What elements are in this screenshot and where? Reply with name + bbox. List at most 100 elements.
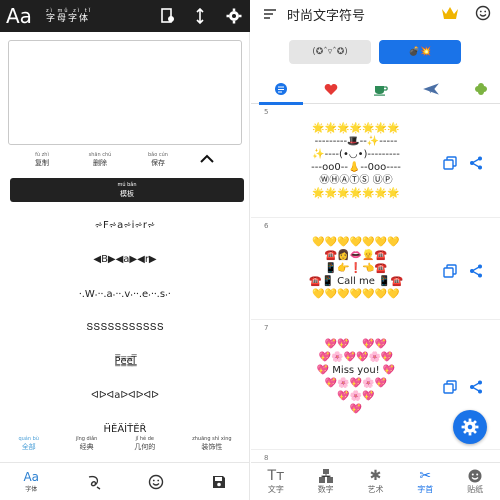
tab-cup[interactable]	[356, 74, 406, 104]
font-nav-button[interactable]: Aa 字体	[16, 467, 46, 497]
nav-sticker[interactable]: 贴纸	[455, 468, 495, 495]
emoji-face-icon[interactable]	[475, 5, 491, 21]
tab-all[interactable]: quán bù 全部	[18, 436, 39, 458]
tab-geometric[interactable]: jǐ hé de 几何的	[134, 436, 155, 458]
text-editor[interactable]	[8, 40, 242, 145]
item-number: 5	[264, 108, 269, 116]
nav-text[interactable]: Tт 文字	[256, 468, 296, 495]
menu-icon[interactable]	[263, 8, 277, 20]
delete-label: 删除	[93, 159, 107, 167]
tab-decorative-ruby: zhuāng shì xìng	[192, 436, 232, 442]
font-nav-label: 字体	[25, 486, 38, 493]
settings-icon[interactable]	[224, 6, 244, 26]
page-title: 时尚文字符号	[287, 8, 366, 24]
style-item[interactable]: ⸱.W⸳·⸱.a⸳·⸱.v⸳·⸱.e⸳·⸱.s⸳·	[0, 276, 250, 310]
style-item[interactable]: ⩫F⩫a⩫i⩫r⩫	[0, 208, 250, 242]
nav-number[interactable]: 数字	[306, 468, 346, 495]
template-button[interactable]: mú bǎn 模板	[10, 178, 244, 202]
category-tabs	[251, 74, 500, 104]
template-ruby: mú bǎn	[117, 182, 137, 188]
style-tabs: quán bù 全部 jīng diǎn 经典 jǐ hé de 几何的 zhu…	[0, 436, 250, 458]
tab-all-label: 全部	[21, 443, 36, 451]
tab-decorative[interactable]: zhuāng shì xìng 装饰性	[192, 436, 231, 458]
delete-button[interactable]: shān chú 删除	[80, 152, 120, 168]
copy-button[interactable]: fù zhì 复制	[22, 152, 62, 168]
tab-heart[interactable]	[306, 74, 356, 104]
art-icon: ✱	[369, 468, 382, 484]
text-icon: Tт	[267, 468, 285, 484]
chevron-up-icon[interactable]	[198, 152, 216, 166]
copy-icon[interactable]	[443, 156, 457, 170]
item-actions	[443, 156, 487, 172]
tab-clover[interactable]	[456, 74, 500, 104]
copy-ruby: fù zhì	[35, 152, 49, 158]
emoji-segment[interactable]: 💣💥	[379, 40, 461, 64]
item-number: 6	[264, 222, 269, 230]
tab-geometric-ruby: jǐ hé de	[135, 436, 154, 442]
share-icon[interactable]	[469, 264, 483, 278]
tab-plane[interactable]	[406, 74, 456, 104]
tab-all-ruby: quán bù	[18, 436, 39, 442]
left-title: zì mǔ zì tǐ 字母字体	[46, 8, 92, 24]
right-top-bar: 时尚文字符号	[251, 0, 500, 28]
style-list: ⩫F⩫a⩫i⩫r⩫ ◀B▶◀a▶◀r▶ ⸱.W⸳·⸱.a⸳·⸱.v⸳·⸱.e⸳·…	[0, 208, 250, 446]
list-item[interactable]: 6 💛💛💛💛💛💛💛 ☎️👩👄👱☎️ 📱👉❗👈☎️ ☎️📱 Call me 📱☎️…	[251, 220, 500, 320]
left-top-bar: Aa zì mǔ zì tǐ 字母字体	[0, 0, 250, 32]
tab-geometric-label: 几何的	[134, 443, 156, 451]
preview-icon[interactable]	[158, 6, 178, 26]
copy-icon[interactable]	[443, 380, 457, 394]
swirl-icon	[88, 475, 101, 490]
nav-prefix[interactable]: ✂ 字首	[405, 468, 445, 495]
save-ruby: bǎo cún	[148, 152, 168, 158]
style-item[interactable]: ՏՏՏՏՏՏՏՏՏՏՏ	[0, 310, 250, 344]
style-item[interactable]: ◀B▶◀a▶◀r▶	[0, 242, 250, 276]
crown-icon[interactable]	[441, 6, 459, 20]
delete-ruby: shān chú	[88, 152, 112, 158]
plane-icon	[423, 83, 439, 95]
tab-classic-ruby: jīng diǎn	[75, 436, 98, 442]
item-actions	[443, 380, 487, 396]
item-number: 7	[264, 324, 269, 332]
emoji-icon	[149, 474, 164, 489]
nav-art[interactable]: ✱ 艺术	[355, 468, 395, 495]
style-item[interactable]: ᐊᐅᐊaᐅᐊᐅᐊᐅ	[0, 378, 250, 412]
symbol-art: 💖💖 💖💖 💖🌸💖💖🌸💖 💖 Miss you! 💖 💖🌸💖🌸💖 💖🌸💖 💖	[316, 339, 396, 415]
list-item[interactable]: 5 🌟🌟🌟🌟🌟🌟🌟 ---------🎩--✨----- ✨----(•◡•)-…	[251, 106, 500, 218]
save-label: 保存	[151, 159, 165, 167]
nav-art-label: 艺术	[367, 485, 384, 494]
active-tab-indicator	[259, 102, 303, 105]
nav-sticker-label: 贴纸	[467, 485, 484, 494]
swirl-nav-button[interactable]	[79, 467, 109, 497]
tab-chat[interactable]	[256, 74, 306, 104]
left-panel: Aa zì mǔ zì tǐ 字母字体 fù zhì 复制 shān chú 删…	[0, 0, 250, 500]
font-icon: Aa	[23, 470, 40, 484]
aa-label: Aa	[6, 4, 32, 28]
item-actions	[443, 264, 487, 280]
clover-icon	[475, 83, 487, 95]
emoji-nav-button[interactable]	[141, 467, 171, 497]
number-icon	[318, 469, 333, 483]
sticker-icon	[468, 469, 482, 483]
tab-classic[interactable]: jīng diǎn 经典	[76, 436, 98, 458]
symbol-art: 🌟🌟🌟🌟🌟🌟🌟 ---------🎩--✨----- ✨----(•◡•)---…	[311, 123, 401, 199]
save-icon	[212, 475, 225, 488]
share-icon[interactable]	[469, 156, 483, 170]
style-item[interactable]: P̳̿e̳̿e̳̿l̳̿	[0, 344, 250, 378]
right-panel: 时尚文字符号 (✪ˆ▿ˆ✪) 💣💥 5 🌟🌟🌟🌟🌟🌟🌟 ---------🎩--…	[251, 0, 500, 500]
copy-label: 复制	[35, 159, 49, 167]
kaomoji-segment[interactable]: (✪ˆ▿ˆ✪)	[289, 40, 371, 64]
share-icon[interactable]	[469, 380, 483, 394]
sort-icon[interactable]	[190, 6, 210, 26]
save-nav-button[interactable]	[204, 467, 234, 497]
tab-decorative-label: 装饰性	[201, 443, 223, 451]
nav-prefix-label: 字首	[417, 485, 434, 494]
tab-classic-label: 经典	[79, 443, 94, 451]
copy-icon[interactable]	[443, 264, 457, 278]
settings-fab[interactable]	[453, 410, 487, 444]
save-button[interactable]: bǎo cún 保存	[138, 152, 178, 168]
nav-number-label: 数字	[317, 485, 334, 494]
cup-icon	[374, 85, 388, 96]
list-item[interactable]: 8	[251, 452, 500, 462]
left-title-text: 字母字体	[45, 14, 90, 24]
left-bottom-nav: Aa 字体	[0, 462, 250, 500]
